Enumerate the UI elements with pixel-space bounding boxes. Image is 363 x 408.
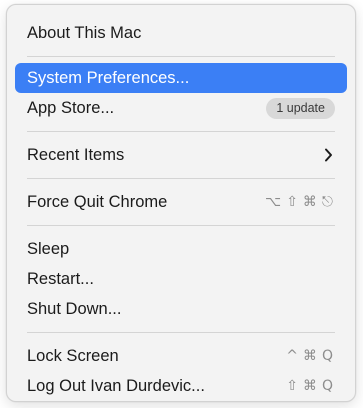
menu-separator [27, 56, 335, 57]
command-key-icon: ⌘ [302, 378, 319, 394]
menu-item-about-this-mac[interactable]: About This Mac [15, 18, 347, 48]
apple-menu: About This Mac System Preferences... App… [6, 4, 356, 402]
option-key-icon: ⌥ [265, 194, 284, 210]
menu-item-label: Log Out Ivan Durdevic... [27, 376, 205, 395]
keyboard-shortcut: ⌥ ⇧ ⌘ ⎋ [265, 194, 335, 210]
menu-separator [27, 178, 335, 179]
menu-item-system-preferences[interactable]: System Preferences... [15, 63, 347, 93]
command-key-icon: ⌘ [302, 348, 319, 364]
keyboard-shortcut: ^ ⌘ Q [286, 348, 335, 364]
keyboard-shortcut: ⇧ ⌘ Q [286, 378, 335, 394]
q-key: Q [321, 378, 335, 394]
menu-separator [27, 332, 335, 333]
escape-key-icon: ⎋ [321, 194, 335, 210]
menu-item-sleep[interactable]: Sleep [15, 234, 347, 264]
menu-item-shut-down[interactable]: Shut Down... [15, 294, 347, 324]
menu-item-label: About This Mac [27, 23, 142, 42]
menu-item-log-out[interactable]: Log Out Ivan Durdevic... ⇧ ⌘ Q [15, 371, 347, 401]
q-key: Q [321, 348, 335, 364]
control-key-icon: ^ [286, 348, 300, 364]
menu-item-label: Shut Down... [27, 299, 122, 318]
menu-item-lock-screen[interactable]: Lock Screen ^ ⌘ Q [15, 341, 347, 371]
menu-item-restart[interactable]: Restart... [15, 264, 347, 294]
shift-key-icon: ⇧ [286, 378, 300, 394]
command-key-icon: ⌘ [302, 194, 319, 210]
menu-separator [27, 225, 335, 226]
menu-separator [27, 131, 335, 132]
menu-item-label: Force Quit Chrome [27, 192, 168, 211]
menu-item-force-quit[interactable]: Force Quit Chrome ⌥ ⇧ ⌘ ⎋ [15, 187, 347, 217]
menu-item-label: System Preferences... [27, 68, 190, 87]
shift-key-icon: ⇧ [286, 194, 300, 210]
menu-item-label: Lock Screen [27, 346, 119, 365]
menu-item-app-store[interactable]: App Store... 1 update [15, 93, 347, 123]
menu-item-label: App Store... [27, 98, 115, 117]
menu-item-label: Recent Items [27, 145, 125, 164]
menu-item-label: Restart... [27, 269, 94, 288]
update-badge: 1 update [266, 97, 335, 119]
menu-item-recent-items[interactable]: Recent Items [15, 140, 347, 170]
menu-item-label: Sleep [27, 239, 70, 258]
chevron-right-icon [321, 148, 335, 162]
